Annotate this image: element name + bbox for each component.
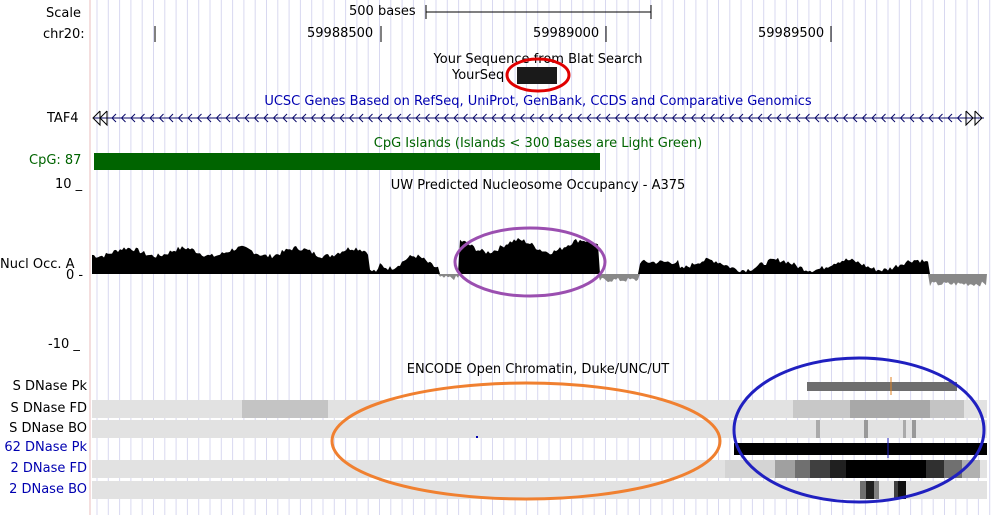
orange-highlight-ellipse	[330, 381, 722, 501]
genome-browser-view: Scale 500 bases chr20: 59988500 59989000…	[0, 0, 991, 515]
blue-highlight-ellipse	[732, 356, 986, 504]
red-highlight-ellipse	[505, 57, 571, 93]
annotation-overlay	[330, 57, 986, 504]
purple-highlight-ellipse	[453, 226, 607, 298]
